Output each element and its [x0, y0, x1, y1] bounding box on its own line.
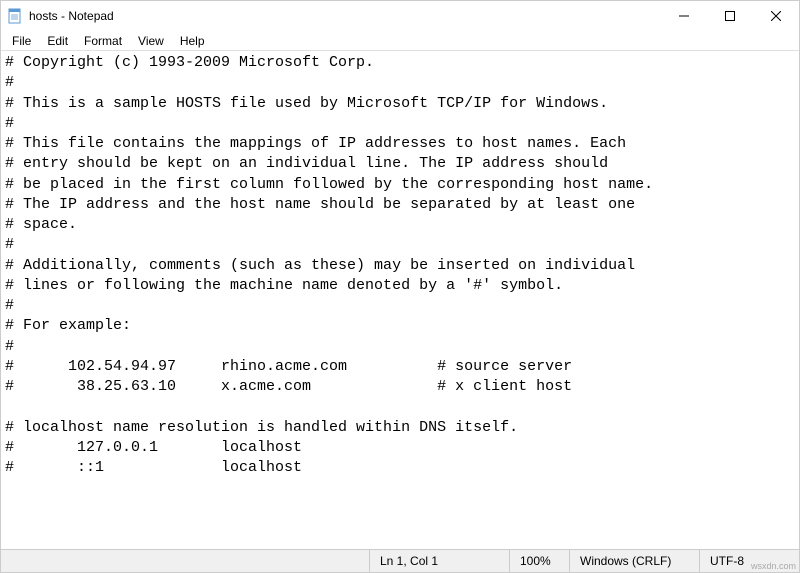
status-zoom: 100%	[509, 550, 569, 572]
notepad-icon	[7, 8, 23, 24]
menu-format[interactable]: Format	[77, 32, 129, 50]
menu-view[interactable]: View	[131, 32, 171, 50]
status-eol: Windows (CRLF)	[569, 550, 699, 572]
watermark: wsxdn.com	[751, 561, 796, 571]
menu-help[interactable]: Help	[173, 32, 212, 50]
minimize-button[interactable]	[661, 1, 707, 31]
maximize-button[interactable]	[707, 1, 753, 31]
titlebar: hosts - Notepad	[1, 1, 799, 31]
statusbar: Ln 1, Col 1 100% Windows (CRLF) UTF-8	[1, 549, 799, 572]
status-position: Ln 1, Col 1	[369, 550, 509, 572]
menu-edit[interactable]: Edit	[40, 32, 75, 50]
window-controls	[661, 1, 799, 31]
text-editor[interactable]: # Copyright (c) 1993-2009 Microsoft Corp…	[1, 51, 799, 549]
menubar: File Edit Format View Help	[1, 31, 799, 51]
menu-file[interactable]: File	[5, 32, 38, 50]
statusbar-spacer	[1, 550, 369, 572]
close-button[interactable]	[753, 1, 799, 31]
window-title: hosts - Notepad	[29, 9, 661, 23]
